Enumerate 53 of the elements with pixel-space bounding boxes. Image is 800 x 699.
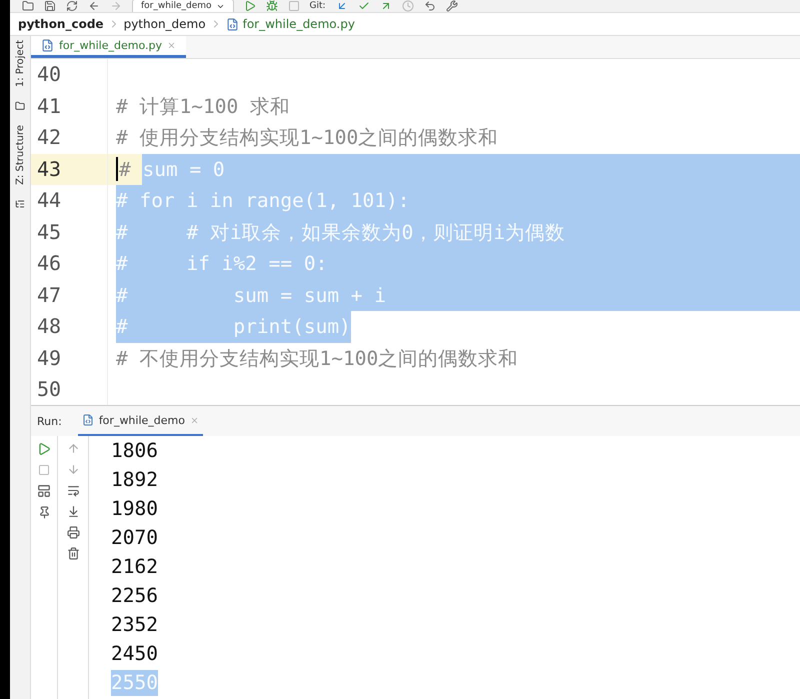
- code-text: # 计算1~100 求和: [116, 94, 290, 120]
- output-line: 2450: [111, 640, 158, 666]
- undo-icon[interactable]: [424, 0, 436, 12]
- python-file-icon: [41, 39, 54, 52]
- code-text: sum = 0: [142, 156, 225, 182]
- code-text: # for i in range(1, 101):: [116, 188, 410, 214]
- output-line: 2162: [111, 554, 158, 580]
- run-tab[interactable]: for_while_demo: [78, 406, 203, 436]
- run-label: Run:: [37, 414, 62, 428]
- trash-icon[interactable]: [66, 547, 80, 560]
- tool-window-tab[interactable]: Z: Structure: [14, 125, 26, 186]
- run-icon[interactable]: [244, 0, 256, 12]
- folder-icon: [15, 101, 25, 112]
- code-text: # sum = sum + i: [116, 282, 386, 308]
- structure-icon: [15, 199, 25, 210]
- run-configuration-dropdown[interactable]: for_while_demo: [132, 0, 234, 12]
- output-line: 2256: [111, 582, 158, 608]
- close-icon: [166, 41, 176, 50]
- pin-icon[interactable]: [38, 506, 50, 519]
- breadcrumb-item[interactable]: python_demo: [124, 17, 206, 31]
- back-icon[interactable]: [88, 0, 100, 12]
- git-label: Git:: [310, 1, 326, 12]
- breadcrumb-item[interactable]: for_while_demo.py: [242, 17, 355, 31]
- python-file-icon: [226, 18, 239, 30]
- code-text: # print(sum): [116, 314, 351, 340]
- python-file-icon: [82, 414, 94, 426]
- folder-icon[interactable]: [22, 0, 34, 12]
- layout-icon[interactable]: [37, 484, 51, 498]
- output-line: 1980: [111, 496, 158, 522]
- output-line: 2352: [111, 612, 158, 638]
- refresh-icon[interactable]: [66, 0, 78, 12]
- code-text: # # 对i取余，如果余数为0，则证明i为偶数: [116, 220, 566, 246]
- code-text: # 不使用分支结构实现1~100之间的偶数求和: [116, 346, 518, 372]
- code-text: # 使用分支结构实现1~100之间的偶数求和: [116, 125, 498, 151]
- line-number: 43: [31, 154, 107, 185]
- code-text: # if i%2 == 0:: [116, 251, 328, 277]
- scroll-to-end-icon[interactable]: [66, 505, 80, 518]
- code-text: #: [119, 156, 132, 182]
- wrap-icon[interactable]: [66, 484, 80, 497]
- tool-window-tab[interactable]: 1: Project: [14, 40, 26, 88]
- output-line: 1892: [111, 466, 158, 492]
- output-line: 2070: [111, 524, 158, 550]
- editor-tab[interactable]: for_while_demo.py: [31, 36, 186, 58]
- save-icon[interactable]: [44, 0, 56, 12]
- debug-icon[interactable]: [266, 0, 278, 12]
- close-icon: [190, 416, 199, 424]
- breadcrumb-item[interactable]: python_code: [18, 17, 104, 31]
- text-caret: [116, 157, 118, 182]
- print-icon[interactable]: [66, 526, 80, 539]
- output-line: 1806: [111, 438, 158, 464]
- wrench-icon[interactable]: [446, 0, 458, 12]
- run-icon[interactable]: [37, 442, 51, 456]
- check-icon[interactable]: [358, 0, 370, 12]
